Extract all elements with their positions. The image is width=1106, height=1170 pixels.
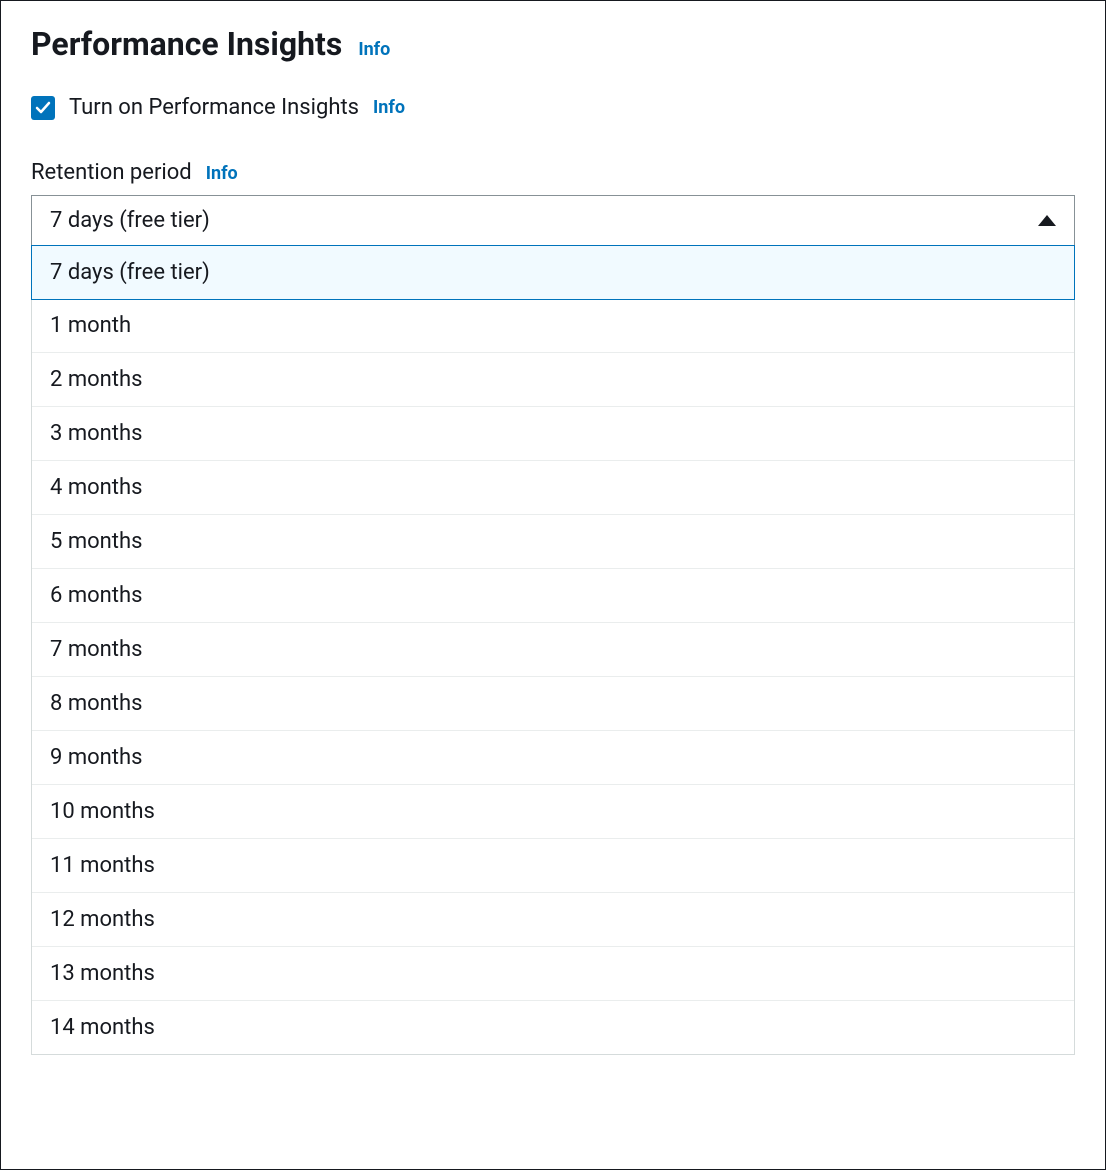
retention-info-link[interactable]: Info [206, 163, 238, 184]
retention-option[interactable]: 8 months [32, 677, 1074, 731]
retention-option[interactable]: 4 months [32, 461, 1074, 515]
heading-info-link[interactable]: Info [358, 39, 390, 60]
retention-label: Retention period [31, 160, 192, 185]
retention-label-row: Retention period Info [31, 160, 1075, 185]
retention-option[interactable]: 14 months [32, 1001, 1074, 1054]
retention-option[interactable]: 6 months [32, 569, 1074, 623]
enable-checkbox-label[interactable]: Turn on Performance Insights [69, 95, 359, 120]
performance-insights-panel: Performance Insights Info Turn on Perfor… [0, 0, 1106, 1170]
heading-row: Performance Insights Info [31, 25, 1075, 63]
checkmark-icon [35, 100, 51, 116]
retention-option[interactable]: 7 days (free tier) [31, 245, 1075, 300]
retention-option[interactable]: 9 months [32, 731, 1074, 785]
caret-up-icon [1038, 215, 1056, 226]
enable-checkbox[interactable] [31, 96, 55, 120]
section-heading: Performance Insights [31, 25, 342, 63]
retention-option[interactable]: 5 months [32, 515, 1074, 569]
retention-option[interactable]: 2 months [32, 353, 1074, 407]
enable-checkbox-row: Turn on Performance Insights Info [31, 95, 1075, 120]
retention-select[interactable]: 7 days (free tier) [31, 195, 1075, 246]
retention-option[interactable]: 10 months [32, 785, 1074, 839]
retention-dropdown: 7 days (free tier) 1 month 2 months 3 mo… [31, 245, 1075, 1055]
retention-option[interactable]: 3 months [32, 407, 1074, 461]
retention-option[interactable]: 11 months [32, 839, 1074, 893]
retention-selected-value: 7 days (free tier) [50, 208, 210, 233]
retention-option[interactable]: 12 months [32, 893, 1074, 947]
retention-option[interactable]: 13 months [32, 947, 1074, 1001]
retention-option[interactable]: 7 months [32, 623, 1074, 677]
checkbox-info-link[interactable]: Info [373, 97, 405, 118]
retention-option[interactable]: 1 month [32, 299, 1074, 353]
